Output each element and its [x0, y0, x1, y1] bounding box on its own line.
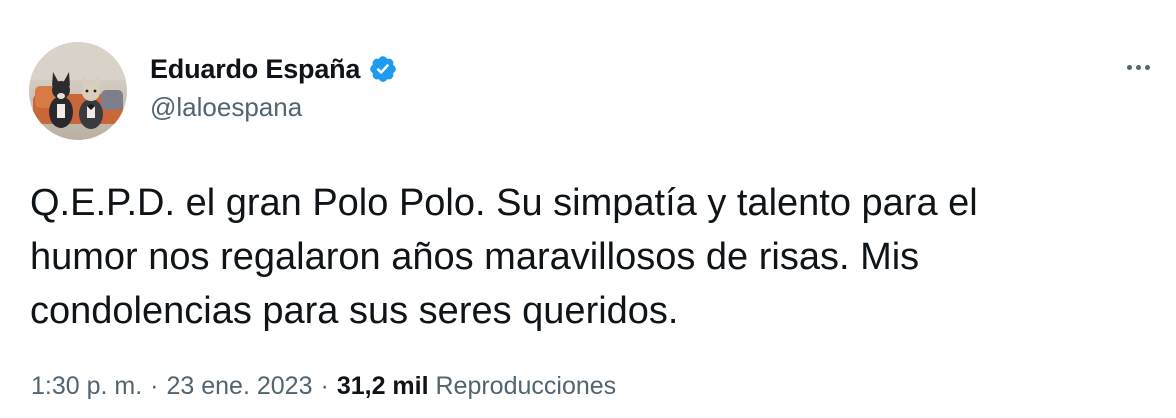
author-display-name[interactable]: Eduardo España	[150, 54, 360, 85]
verified-badge-icon	[368, 54, 398, 84]
views-label: Reproducciones	[435, 372, 617, 400]
meta-separator: ·	[150, 372, 159, 400]
tweet-text-line: humor nos regalaron años maravillosos de…	[30, 236, 920, 278]
views-count: 31,2 mil	[336, 372, 429, 400]
more-options-button[interactable]	[1118, 52, 1158, 82]
tweet-card: Eduardo España @laloespana Q.E.P.D. el g…	[0, 0, 1176, 418]
tweet-text-line: condolencias para sus seres queridos.	[30, 290, 679, 332]
author-info: Eduardo España @laloespana	[150, 50, 398, 123]
tweet-time[interactable]: 1:30 p. m.	[31, 372, 142, 400]
tweet-date[interactable]: 23 ene. 2023	[167, 372, 313, 400]
meta-separator: ·	[320, 372, 329, 400]
tweet-meta: 1:30 p. m. · 23 ene. 2023 · 31,2 mil Reprodu…	[31, 372, 616, 401]
tweet-text-line: Q.E.P.D. el gran Polo Polo. Su simpatía …	[30, 182, 978, 224]
avatar[interactable]	[29, 42, 127, 140]
more-options-icon	[1125, 64, 1152, 70]
author-handle[interactable]: @laloespana	[150, 92, 398, 123]
tweet-text: Q.E.P.D. el gran Polo Polo. Su simpatía …	[30, 176, 1160, 338]
avatar-image	[29, 42, 127, 140]
name-row: Eduardo España	[150, 50, 398, 88]
